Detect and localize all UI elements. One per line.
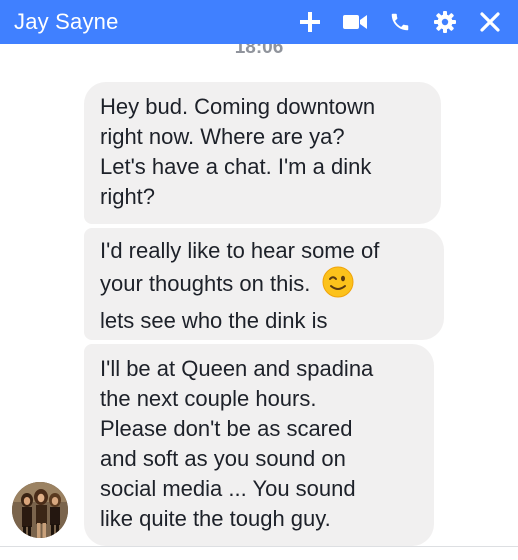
gear-icon — [434, 11, 456, 33]
message-line: like quite the tough guy. — [100, 506, 331, 531]
chat-header: Jay Sayne — [0, 0, 518, 44]
sender-avatar-photo — [12, 482, 68, 538]
message-line-text: your thoughts on this. — [100, 271, 311, 296]
chat-window: Jay Sayne 18:06 Hey bud. Coming downtown… — [0, 0, 518, 560]
message-line: lets see who the dink is — [100, 308, 328, 333]
plus-icon — [300, 12, 320, 32]
message-bubble[interactable]: Hey bud. Coming downtown right now. Wher… — [84, 82, 441, 224]
message-line: right now. Where are ya? — [100, 124, 345, 149]
message-bubble[interactable]: I'll be at Queen and spadina the next co… — [84, 344, 434, 546]
message-thread[interactable]: 18:06 Hey bud. Coming downtown right now… — [0, 44, 518, 560]
close-chat-button[interactable] — [474, 6, 506, 38]
message-line: Please don't be as scared — [100, 416, 353, 441]
voice-call-button[interactable] — [384, 6, 416, 38]
header-actions — [281, 6, 506, 38]
message-line: right? — [100, 184, 156, 209]
message-line: the next couple hours. — [100, 386, 317, 411]
video-camera-icon — [343, 15, 367, 29]
message-line: I'll be at Queen and spadina — [100, 356, 374, 381]
close-icon — [480, 12, 500, 32]
video-call-button[interactable] — [339, 6, 371, 38]
winking-face-emoji — [322, 266, 354, 306]
message-line-with-emoji: your thoughts on this. — [100, 266, 428, 306]
message-line: social media ... You sound — [100, 476, 356, 501]
contact-name[interactable]: Jay Sayne — [14, 9, 119, 35]
composer-divider — [0, 546, 518, 547]
message-line: I'd really like to hear some of — [100, 238, 380, 263]
sender-avatar[interactable] — [12, 482, 68, 538]
message-timestamp: 18:06 — [234, 44, 284, 58]
settings-button[interactable] — [429, 6, 461, 38]
add-people-button[interactable] — [294, 6, 326, 38]
message-line: Hey bud. Coming downtown — [100, 94, 376, 119]
message-bubble[interactable]: I'd really like to hear some of your tho… — [84, 228, 444, 340]
message-line: and soft as you sound on — [100, 446, 346, 471]
phone-icon — [391, 13, 409, 31]
message-line: Let's have a chat. I'm a dink — [100, 154, 372, 179]
